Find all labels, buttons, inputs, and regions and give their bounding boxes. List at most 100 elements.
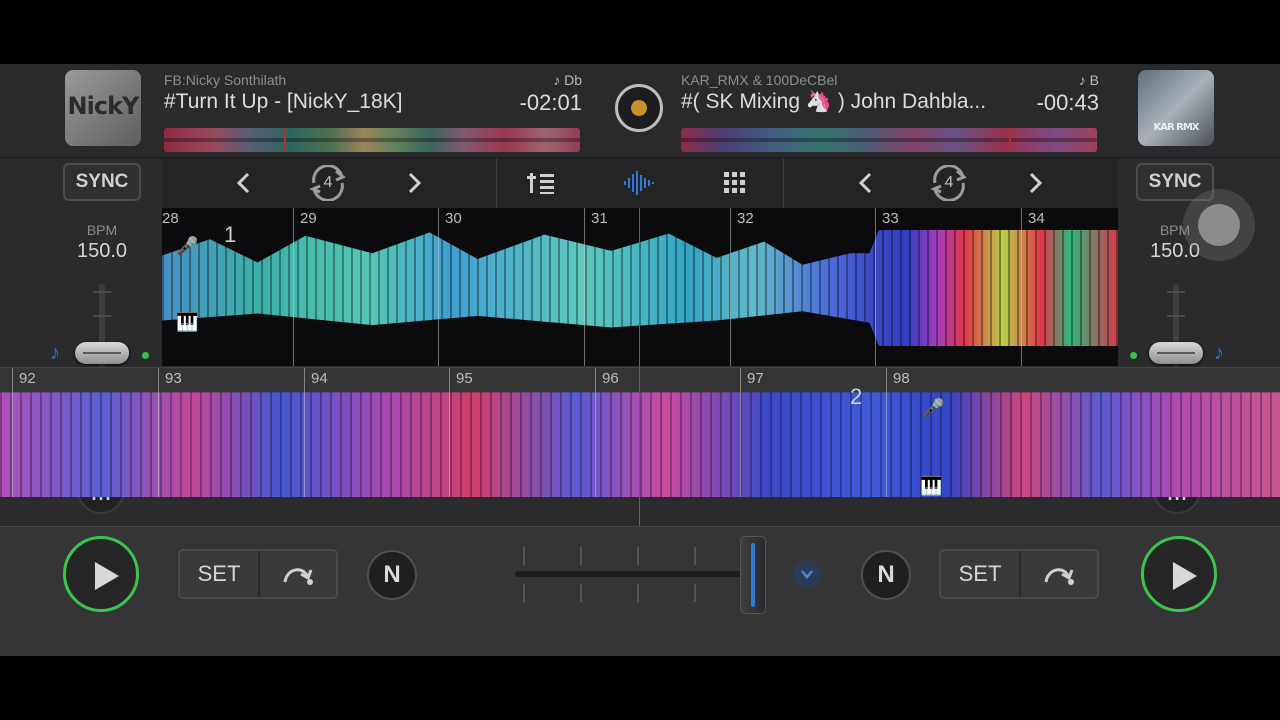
left-time-remaining: -02:01 bbox=[519, 90, 582, 115]
chevron-right-icon bbox=[408, 172, 422, 194]
beat-line bbox=[595, 368, 596, 497]
microphone-icon: 🎤 bbox=[176, 236, 199, 256]
master-indicator-icon bbox=[631, 100, 647, 116]
left-deck-info: FB:Nicky Sonthilath ♪ Db #Turn It Up - [… bbox=[164, 72, 584, 152]
crossfader[interactable] bbox=[515, 571, 751, 577]
master-button[interactable] bbox=[615, 84, 663, 132]
beat-line bbox=[293, 208, 294, 366]
grid-icon bbox=[724, 172, 745, 193]
beat-line bbox=[449, 368, 450, 497]
pitch-tick bbox=[93, 291, 111, 293]
crossfader-tick bbox=[523, 547, 525, 565]
cue-jump-icon bbox=[283, 568, 313, 585]
chevron-left-icon bbox=[236, 172, 250, 194]
right-neural-mix-button[interactable]: N bbox=[861, 550, 911, 600]
hot-cue-marker[interactable]: 2 bbox=[850, 384, 862, 410]
beat-number: 97 bbox=[747, 370, 764, 387]
waveform-icon bbox=[624, 171, 654, 195]
left-pitch-thumb[interactable] bbox=[75, 342, 129, 364]
left-track-artist: FB:Nicky Sonthilath bbox=[164, 72, 287, 88]
beat-number: 34 bbox=[1028, 210, 1045, 227]
beat-number: 33 bbox=[882, 210, 899, 227]
right-cue-group: SET bbox=[939, 549, 1099, 599]
keylock-icon[interactable]: ♪ bbox=[1214, 342, 1224, 365]
waveform-view-button[interactable] bbox=[619, 163, 659, 203]
left-play-button[interactable] bbox=[63, 536, 139, 612]
crossfader-menu-button[interactable] bbox=[793, 560, 821, 588]
right-deck-artwork[interactable]: KAR RMX bbox=[1138, 70, 1214, 146]
left-overview-position bbox=[284, 128, 286, 152]
right-cue-jump-button[interactable] bbox=[1021, 551, 1097, 597]
dj-app: NickY FB:Nicky Sonthilath ♪ Db #Turn It … bbox=[0, 64, 1280, 656]
crossfader-tick bbox=[580, 584, 582, 602]
cue-jump-icon bbox=[1044, 568, 1074, 585]
left-track-overview[interactable] bbox=[164, 128, 580, 152]
left-sync-button[interactable]: SYNC bbox=[63, 163, 141, 201]
piano-icon: 🎹 bbox=[920, 476, 943, 496]
beat-number: 95 bbox=[456, 370, 473, 387]
left-set-cue-button[interactable]: SET bbox=[180, 551, 260, 597]
left-loop-button[interactable]: 4 bbox=[306, 165, 350, 201]
left-bpm-label: BPM bbox=[86, 222, 118, 238]
mixer-view-button[interactable] bbox=[522, 163, 562, 203]
crossfader-tick bbox=[637, 584, 639, 602]
assistive-touch-button[interactable] bbox=[1183, 189, 1255, 261]
beat-line bbox=[886, 368, 887, 497]
right-deck-info: KAR_RMX & 100DeCBel ♪ B #( SK Mixing 🦄 )… bbox=[681, 72, 1101, 152]
right-deck-waveform[interactable]: 92 93 94 95 96 97 98 2 🎤 🎹 bbox=[0, 367, 1280, 497]
beat-number: 94 bbox=[311, 370, 328, 387]
right-loop-button[interactable]: 4 bbox=[927, 165, 971, 201]
play-icon bbox=[95, 562, 119, 590]
beat-line bbox=[1021, 208, 1022, 366]
left-cue-group: SET bbox=[178, 549, 338, 599]
play-icon bbox=[1173, 562, 1197, 590]
keylock-icon[interactable]: ♪ bbox=[50, 342, 60, 365]
beat-number: 98 bbox=[893, 370, 910, 387]
left-track-title: #Turn It Up - [NickY_18K] bbox=[164, 90, 403, 113]
left-deck-waveform[interactable]: 28 29 30 31 32 33 34 1 🎤 🎹 bbox=[162, 208, 1118, 366]
playhead bbox=[639, 208, 640, 526]
beat-line bbox=[12, 368, 13, 497]
piano-icon: 🎹 bbox=[176, 312, 199, 332]
beat-line bbox=[304, 368, 305, 497]
right-overview-position bbox=[1009, 128, 1011, 152]
left-neural-mix-button[interactable]: N bbox=[367, 550, 417, 600]
right-loop-halve-button[interactable] bbox=[846, 163, 886, 203]
beat-number: 28 bbox=[162, 210, 179, 227]
beat-line bbox=[584, 208, 585, 366]
pitch-tick bbox=[1167, 315, 1185, 317]
chevron-right-icon bbox=[1029, 172, 1043, 194]
right-track-title: #( SK Mixing 🦄 ) John Dahbla... bbox=[681, 90, 987, 113]
beat-number: 30 bbox=[445, 210, 462, 227]
right-play-button[interactable] bbox=[1141, 536, 1217, 612]
left-loop-double-button[interactable] bbox=[394, 163, 434, 203]
toolbar-divider bbox=[783, 158, 784, 208]
left-deck-artwork[interactable]: NickY bbox=[65, 70, 141, 146]
beat-line bbox=[438, 208, 439, 366]
left-cue-jump-button[interactable] bbox=[260, 551, 336, 597]
right-set-cue-button[interactable]: SET bbox=[941, 551, 1021, 597]
left-loop-size: 4 bbox=[323, 174, 333, 191]
transport-bar: SET N N SET bbox=[0, 526, 1280, 656]
beat-number: 32 bbox=[737, 210, 754, 227]
right-pitch-thumb[interactable] bbox=[1149, 342, 1203, 364]
right-loop-double-button[interactable] bbox=[1015, 163, 1055, 203]
deck-header: NickY FB:Nicky Sonthilath ♪ Db #Turn It … bbox=[0, 64, 1280, 158]
hot-cue-marker[interactable]: 1 bbox=[224, 222, 236, 248]
left-bpm-value: 150.0 bbox=[76, 240, 128, 262]
pads-view-button[interactable] bbox=[715, 163, 755, 203]
right-artwork-text: KAR RMX bbox=[1153, 122, 1199, 133]
beat-number: 96 bbox=[602, 370, 619, 387]
right-loop-size: 4 bbox=[944, 174, 954, 191]
beat-number: 31 bbox=[591, 210, 608, 227]
crossfader-tick bbox=[637, 547, 639, 565]
crossfader-thumb[interactable] bbox=[740, 536, 766, 614]
crossfader-tick bbox=[694, 547, 696, 565]
microphone-icon: 🎤 bbox=[922, 398, 945, 418]
left-loop-halve-button[interactable] bbox=[224, 163, 264, 203]
beat-line bbox=[730, 208, 731, 366]
right-track-key: ♪ B bbox=[1078, 72, 1099, 88]
beat-number: 93 bbox=[165, 370, 182, 387]
crossfader-tick bbox=[580, 547, 582, 565]
right-track-overview[interactable] bbox=[681, 128, 1097, 152]
